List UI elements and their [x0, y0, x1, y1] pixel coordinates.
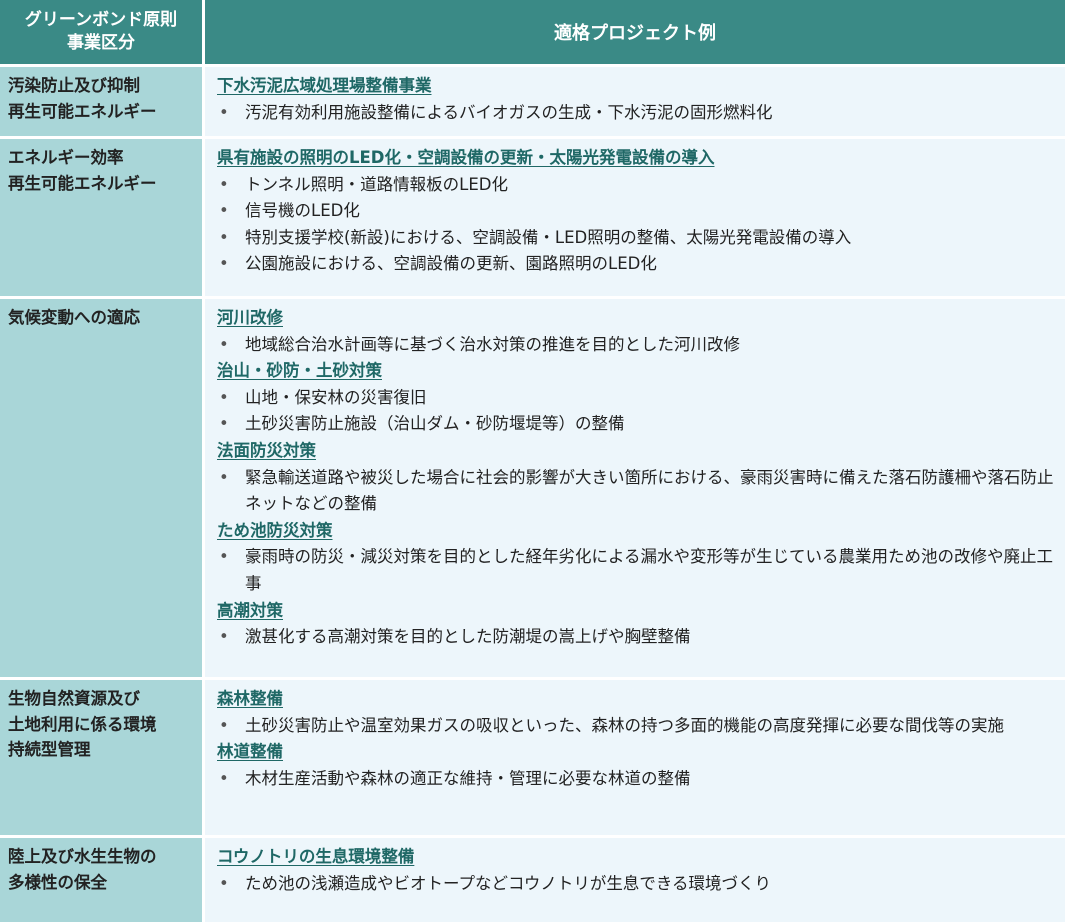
- category-cell-climate-adaptation: 気候変動への適応: [0, 299, 205, 677]
- project-title: 治山・砂防・土砂対策: [217, 361, 382, 381]
- project-item: 地域総合治水計画等に基づく治水対策の推進を目的とした河川改修: [217, 332, 1059, 359]
- category-line: 生物自然資源及び: [8, 689, 140, 708]
- category-cell-natural-resources: 生物自然資源及び 土地利用に係る環境 持続型管理: [0, 680, 205, 835]
- category-line: 再生可能エネルギー: [8, 101, 157, 121]
- project-title: 河川改修: [217, 308, 283, 327]
- project-item: トンネル照明・道路情報板のLED化: [217, 172, 1059, 199]
- project-item: 汚泥有効利用施設整備によるバイオガスの生成・下水汚泥の固形燃料化: [217, 100, 1059, 127]
- header-projects-column: 適格プロジェクト例: [205, 0, 1065, 64]
- category-cell-energy-efficiency: エネルギー効率 再生可能エネルギー: [0, 139, 205, 296]
- project-item: 信号機のLED化: [217, 198, 1059, 225]
- header-category-column: グリーンボンド原則 事業区分: [0, 0, 205, 64]
- projects-cell-natural-resources: 森林整備 土砂災害防止や温室効果ガスの吸収といった、森林の持つ多面的機能の高度発…: [205, 680, 1065, 835]
- project-item: 激甚化する高潮対策を目的とした防潮堤の嵩上げや胸壁整備: [217, 624, 1059, 651]
- category-line: エネルギー効率: [8, 148, 124, 167]
- category-line: 気候変動への適応: [8, 308, 140, 327]
- project-title: 県有施設の照明のLED化・空調設備の更新・太陽光発電設備の導入: [217, 148, 715, 167]
- category-line: 汚染防止及び抑制: [8, 76, 140, 95]
- project-title: 法面防災対策: [217, 440, 316, 460]
- project-item: 緊急輸送道路や被災した場合に社会的影響が大きい箇所における、豪雨災害時に備えた落…: [217, 465, 1059, 518]
- project-title: ため池防災対策: [217, 520, 333, 540]
- green-bond-table-page: グリーンボンド原則 事業区分 適格プロジェクト例 汚染防止及び抑制 再生可能エネ…: [0, 0, 1065, 922]
- project-title: 下水汚泥広域処理場整備事業: [217, 76, 432, 95]
- projects-cell-biodiversity: コウノトリの生息環境整備 ため池の浅瀬造成やビオトープなどコウノトリが生息できる…: [205, 838, 1065, 922]
- project-title: 林道整備: [217, 742, 283, 762]
- project-title: 高潮対策: [217, 600, 283, 620]
- category-line: 再生可能エネルギー: [8, 173, 157, 193]
- project-item: 木材生産活動や森林の適正な維持・管理に必要な林道の整備: [217, 766, 1059, 793]
- category-line: 土地利用に係る環境: [8, 714, 157, 734]
- header-projects-label: 適格プロジェクト例: [554, 23, 716, 44]
- category-cell-pollution: 汚染防止及び抑制 再生可能エネルギー: [0, 67, 205, 136]
- project-item: 山地・保安林の災害復旧: [217, 385, 1059, 412]
- project-title: 森林整備: [217, 689, 283, 708]
- category-line: 多様性の保全: [8, 872, 107, 892]
- category-line: 持続型管理: [8, 740, 91, 759]
- header-category-line: 事業区分: [67, 33, 135, 53]
- project-item: 土砂災害防止や温室効果ガスの吸収といった、森林の持つ多面的機能の高度発揮に必要な…: [217, 713, 1059, 740]
- header-category-line: グリーンボンド原則: [24, 10, 178, 30]
- green-bond-table: グリーンボンド原則 事業区分 適格プロジェクト例 汚染防止及び抑制 再生可能エネ…: [0, 0, 1065, 922]
- projects-cell-energy-efficiency: 県有施設の照明のLED化・空調設備の更新・太陽光発電設備の導入 トンネル照明・道…: [205, 139, 1065, 296]
- category-cell-biodiversity: 陸上及び水生生物の 多様性の保全: [0, 838, 205, 922]
- project-item: 豪雨時の防災・減災対策を目的とした経年劣化による漏水や変形等が生じている農業用た…: [217, 544, 1059, 597]
- project-item: 公園施設における、空調設備の更新、園路照明のLED化: [217, 251, 1059, 278]
- project-title: コウノトリの生息環境整備: [217, 847, 415, 866]
- project-item: ため池の浅瀬造成やビオトープなどコウノトリが生息できる環境づくり: [217, 871, 1059, 898]
- project-item: 土砂災害防止施設（治山ダム・砂防堰堤等）の整備: [217, 411, 1059, 438]
- projects-cell-climate-adaptation: 河川改修 地域総合治水計画等に基づく治水対策の推進を目的とした河川改修 治山・砂…: [205, 299, 1065, 677]
- category-line: 陸上及び水生生物の: [8, 847, 157, 866]
- project-item: 特別支援学校(新設)における、空調設備・LED照明の整備、太陽光発電設備の導入: [217, 225, 1059, 252]
- projects-cell-pollution: 下水汚泥広域処理場整備事業 汚泥有効利用施設整備によるバイオガスの生成・下水汚泥…: [205, 67, 1065, 136]
